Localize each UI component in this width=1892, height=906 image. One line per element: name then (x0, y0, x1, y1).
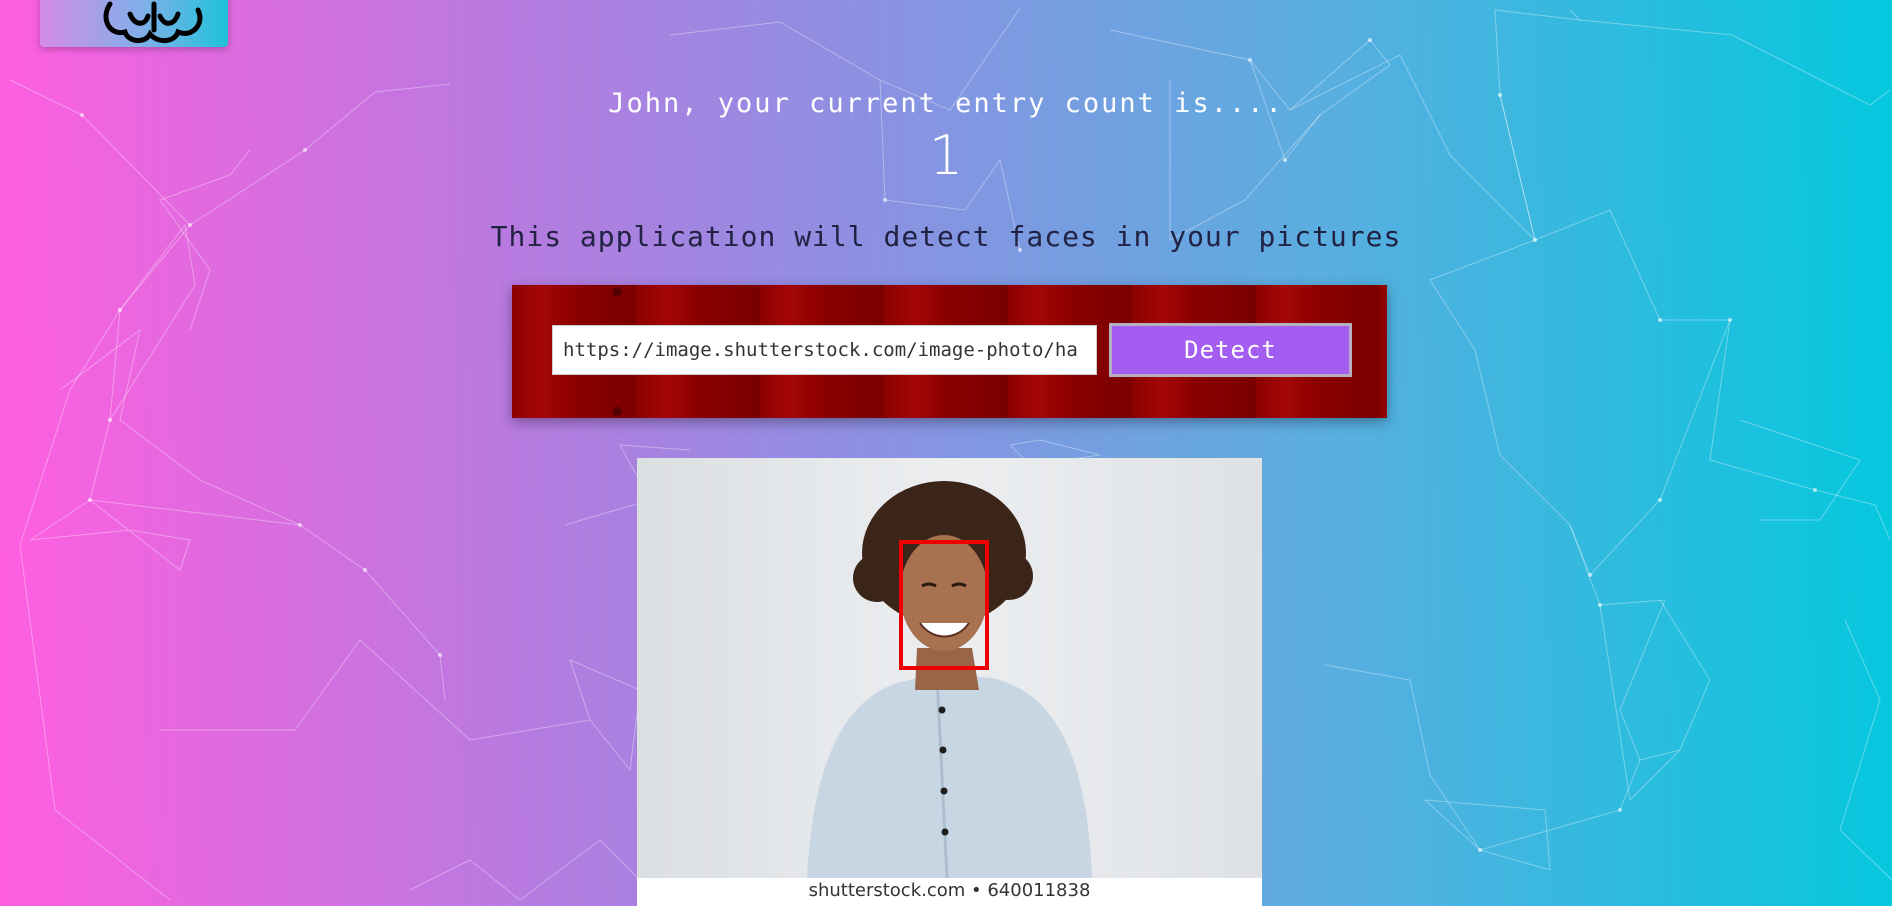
image-link-form: Detect (512, 285, 1387, 418)
face-recognition-image: shutterstock.com • 640011838 (637, 458, 1262, 906)
app-description: This application will detect faces in yo… (490, 220, 1402, 253)
image-watermark: shutterstock.com • 640011838 (808, 880, 1091, 901)
logo-link[interactable] (40, 0, 228, 47)
detect-button[interactable]: Detect (1109, 323, 1352, 377)
image-url-input[interactable] (552, 325, 1097, 375)
entry-count-value: 1 (928, 124, 964, 187)
face-bounding-box (899, 540, 989, 670)
entry-count-greeting: John, your current entry count is.... (608, 88, 1284, 119)
brain-icon (103, 1, 203, 43)
